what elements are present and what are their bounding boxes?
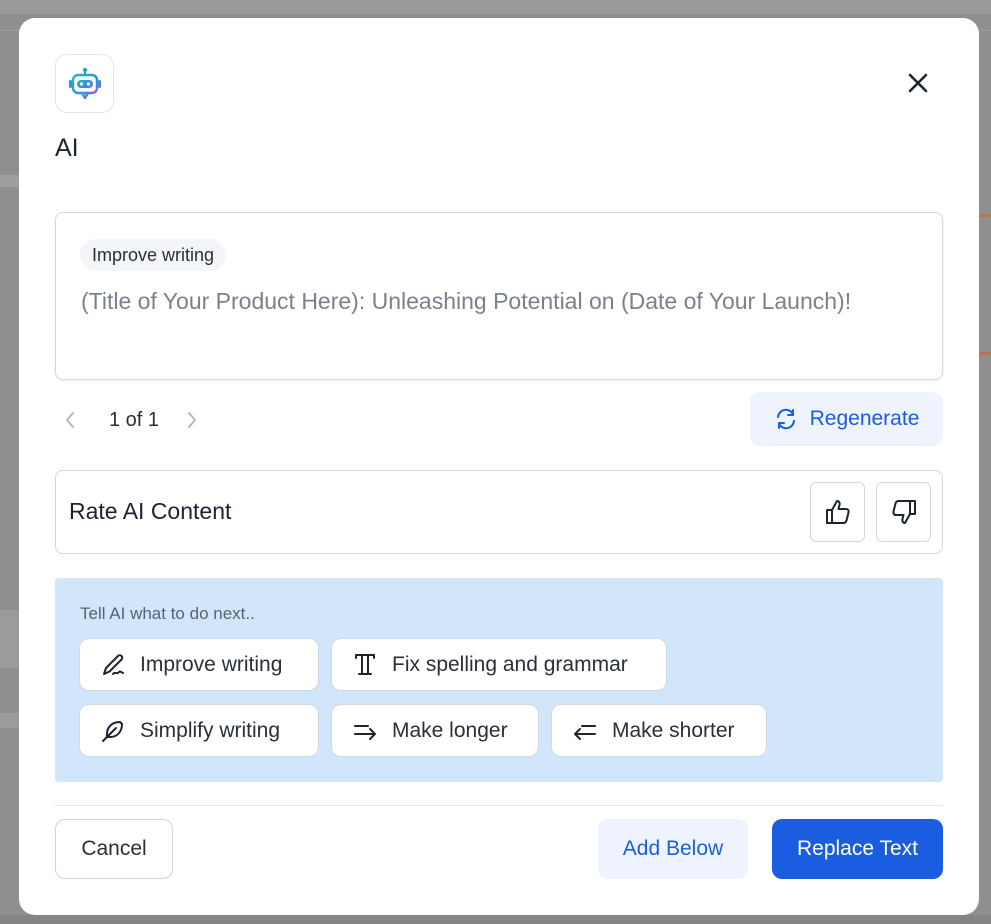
arrow-left-short-icon <box>574 724 596 740</box>
pen-icon <box>103 653 124 675</box>
close-icon <box>908 73 928 93</box>
feather-icon <box>102 720 123 742</box>
result-box: Improve writing (Title of Your Product H… <box>55 212 943 380</box>
modal-title: AI <box>55 134 79 162</box>
result-text: (Title of Your Product Here): Unleashing… <box>81 288 852 314</box>
background-fragment <box>978 214 991 217</box>
rate-section: Rate AI Content <box>55 470 943 554</box>
make-longer-button[interactable]: Make longer <box>331 704 539 757</box>
fix-spelling-button[interactable]: Fix spelling and grammar <box>331 638 667 691</box>
ai-modal: AI Improve writing (Title of Your Produc… <box>19 18 979 915</box>
footer-divider <box>55 805 943 806</box>
prev-result-button[interactable] <box>55 406 85 434</box>
thumbs-down-button[interactable] <box>876 482 931 542</box>
next-result-button[interactable] <box>177 406 207 434</box>
simplify-writing-label: Simplify writing <box>140 718 281 742</box>
next-actions-label: Tell AI what to do next.. <box>80 604 255 623</box>
background-fragment <box>978 352 991 355</box>
thumbs-up-icon <box>825 500 850 524</box>
background-fragment <box>0 915 991 924</box>
close-button[interactable] <box>901 66 935 100</box>
text-type-icon <box>355 653 375 675</box>
chevron-left-icon <box>66 412 74 428</box>
background-topbar <box>0 0 991 14</box>
simplify-writing-button[interactable]: Simplify writing <box>79 704 319 757</box>
background-fragment <box>0 610 20 668</box>
fix-spelling-label: Fix spelling and grammar <box>392 652 628 676</box>
chevron-right-icon <box>188 412 197 428</box>
make-shorter-label: Make shorter <box>612 718 735 742</box>
add-below-button[interactable]: Add Below <box>598 819 748 879</box>
pager-label: 1 of 1 <box>109 408 160 431</box>
make-longer-label: Make longer <box>392 718 508 742</box>
result-type-chip: Improve writing <box>80 239 227 271</box>
result-pager: 1 of 1 <box>55 406 207 434</box>
replace-text-button[interactable]: Replace Text <box>772 819 943 879</box>
make-shorter-button[interactable]: Make shorter <box>551 704 767 757</box>
cancel-button[interactable]: Cancel <box>55 819 173 879</box>
background-fragment <box>0 713 20 728</box>
rate-label: Rate AI Content <box>69 498 232 524</box>
regenerate-label: Regenerate <box>809 407 920 430</box>
improve-writing-button[interactable]: Improve writing <box>79 638 319 691</box>
improve-writing-label: Improve writing <box>140 652 283 676</box>
next-actions-panel: Tell AI what to do next.. Improve writin… <box>55 578 943 782</box>
background-fragment <box>0 175 20 187</box>
regenerate-button[interactable]: Regenerate <box>750 392 943 446</box>
robot-icon <box>55 54 114 113</box>
arrow-right-long-icon <box>354 724 376 740</box>
thumbs-up-button[interactable] <box>810 482 865 542</box>
refresh-icon <box>776 408 795 430</box>
thumbs-down-icon <box>891 500 916 524</box>
